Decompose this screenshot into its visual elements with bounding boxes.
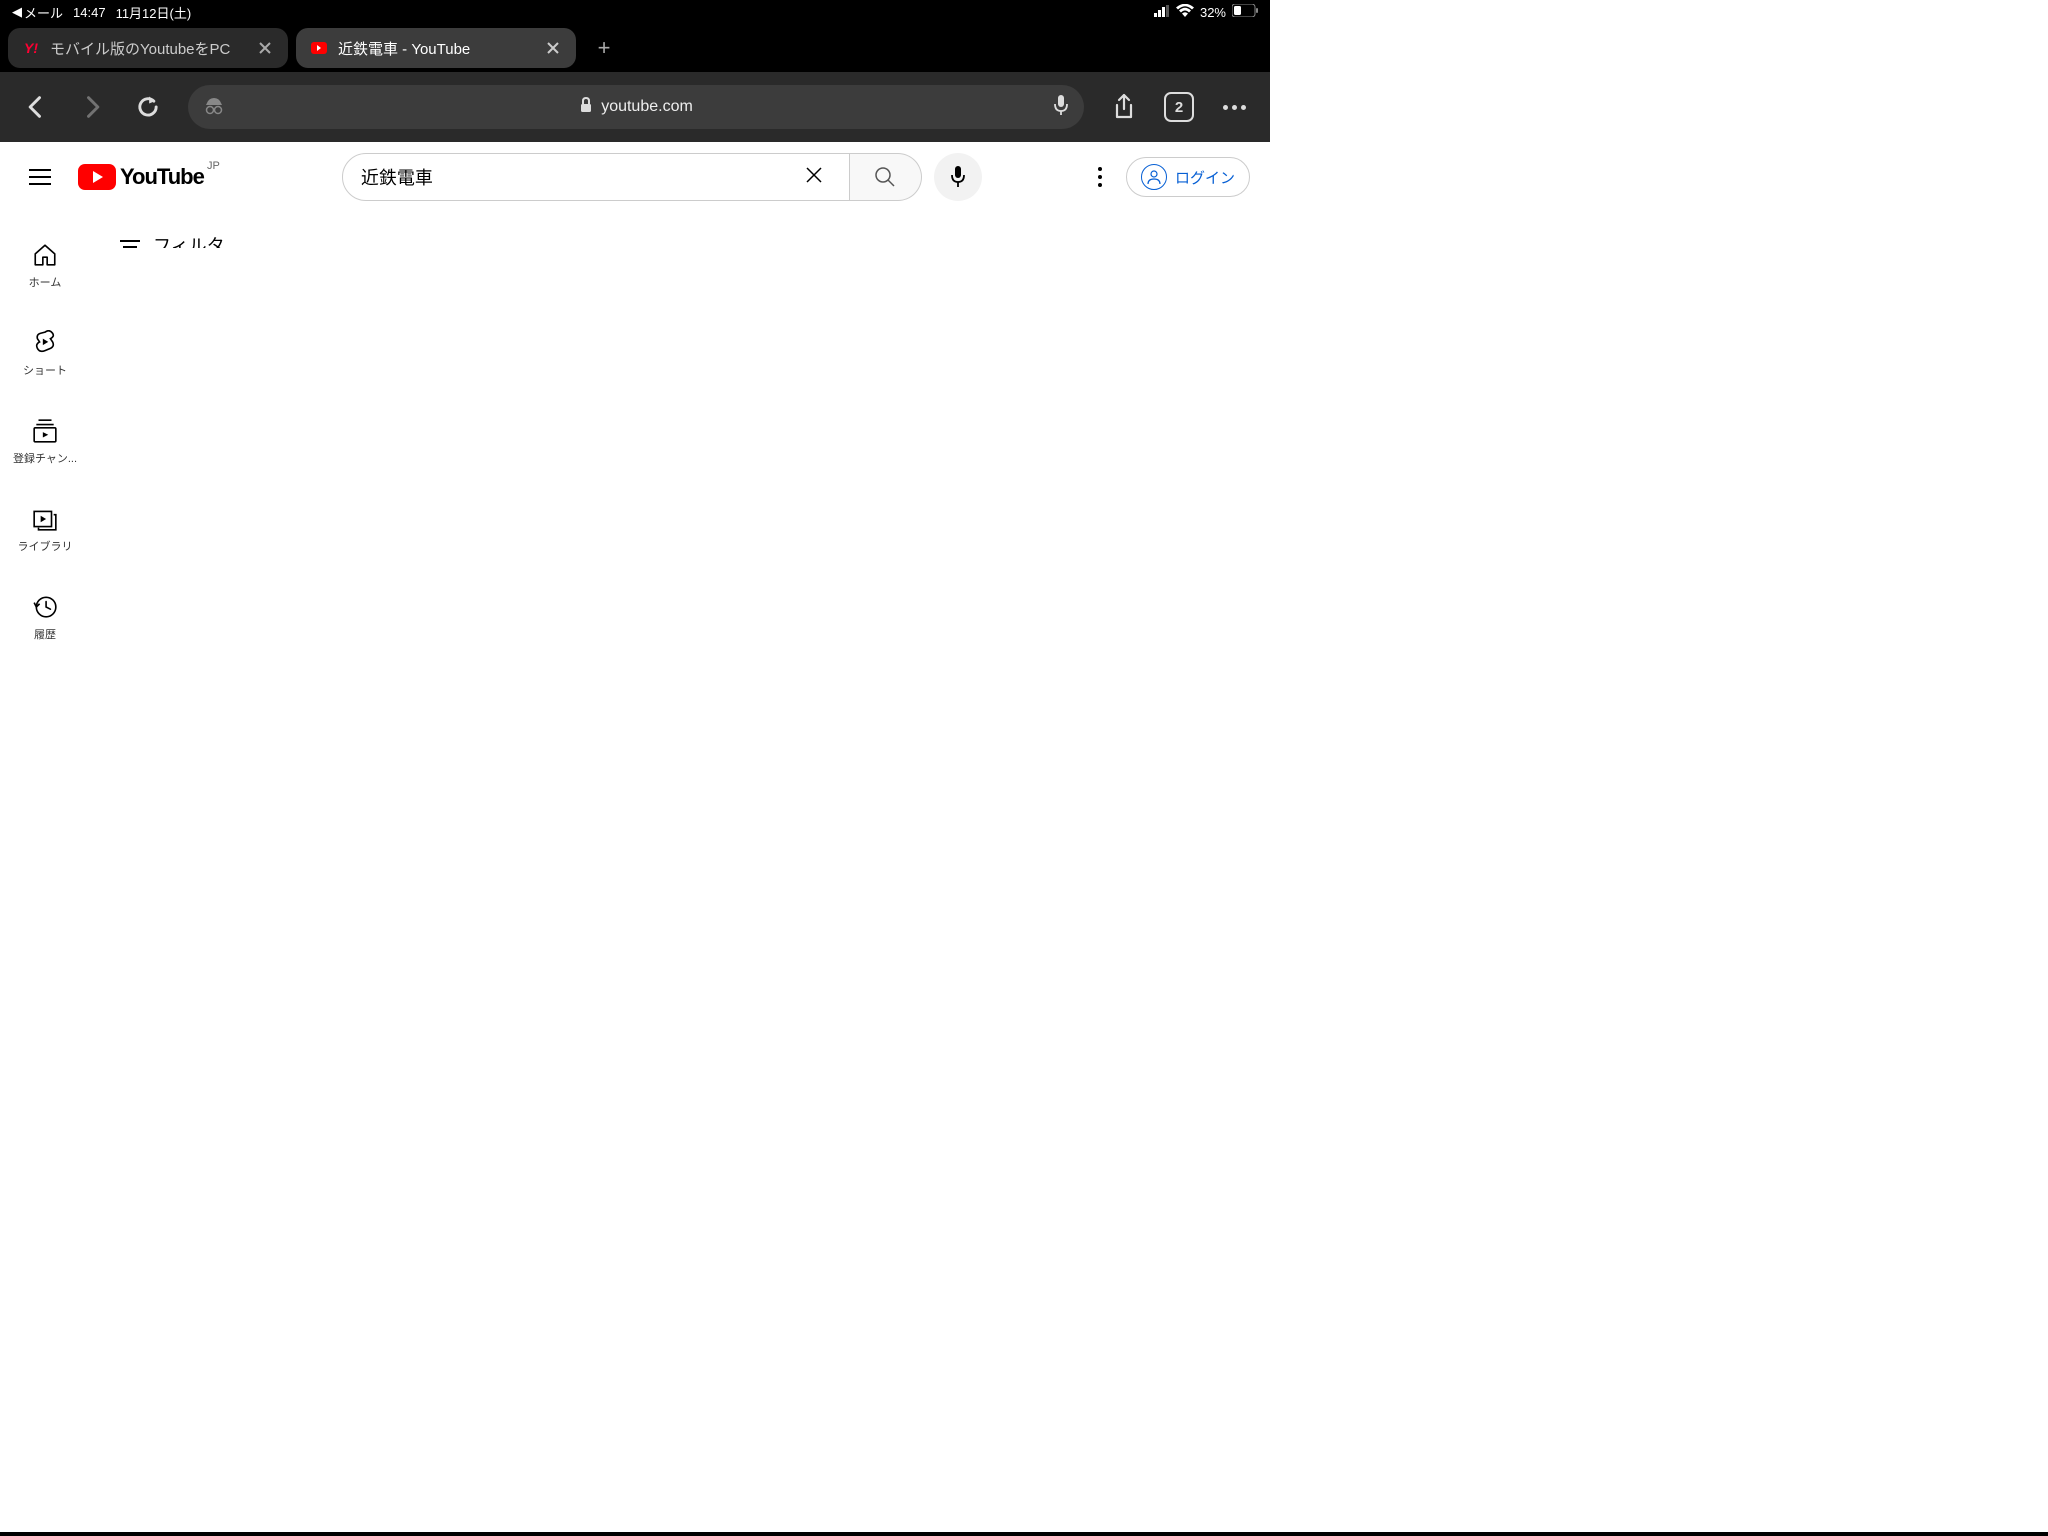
sidebar-item-history[interactable]: 履歴: [0, 574, 90, 662]
login-label: ログイン: [1175, 167, 1235, 188]
youtube-more-button[interactable]: [1098, 167, 1102, 187]
search-wrap: [342, 153, 982, 201]
youtube-logo-text: YouTube: [120, 164, 204, 190]
cellular-icon: [1154, 5, 1170, 20]
back-to-app[interactable]: ◀ メール: [12, 3, 63, 22]
sidebar-label: ショート: [23, 362, 67, 378]
tab-title: 近鉄電車 - YouTube: [338, 38, 534, 59]
back-app-label: メール: [24, 3, 63, 22]
search-button[interactable]: [850, 153, 922, 201]
wifi-icon: [1176, 4, 1194, 20]
reload-button[interactable]: [132, 91, 164, 123]
search-input[interactable]: [361, 167, 797, 188]
sidebar-item-library[interactable]: ライブラリ: [0, 486, 90, 574]
lock-icon: [579, 97, 593, 118]
search-icon: [873, 165, 897, 189]
tab-bar: Y! モバイル版のYoutubeをPC 近鉄電車 - YouTube +: [0, 24, 1270, 72]
youtube-sidebar: ホーム ショート 登録チャン... ライブラリ 履歴: [0, 212, 90, 953]
sidebar-item-home[interactable]: ホーム: [0, 222, 90, 310]
new-tab-button[interactable]: +: [584, 28, 624, 68]
url-text: youtube.com: [601, 98, 693, 116]
user-icon: [1141, 164, 1167, 190]
bottom-edge: [0, 1532, 2048, 1536]
sidebar-label: ライブラリ: [18, 538, 73, 554]
sidebar-label: 履歴: [34, 626, 56, 642]
browser-tab-yahoo[interactable]: Y! モバイル版のYoutubeをPC: [8, 28, 288, 68]
battery-icon: [1232, 4, 1258, 20]
browser-tab-youtube[interactable]: 近鉄電車 - YouTube: [296, 28, 576, 68]
login-button[interactable]: ログイン: [1126, 157, 1250, 197]
youtube-body: ホーム ショート 登録チャン... ライブラリ 履歴 フィルタ: [0, 212, 1270, 953]
tab-title: モバイル版のYoutubeをPC: [50, 38, 246, 59]
share-button[interactable]: [1108, 91, 1140, 123]
filter-icon: [120, 239, 140, 248]
tab-count-label: 2: [1175, 99, 1183, 116]
yahoo-favicon-icon: Y!: [22, 39, 40, 57]
mic-icon: [949, 165, 967, 189]
sidebar-label: ホーム: [29, 274, 62, 290]
back-triangle-icon: ◀: [12, 4, 22, 20]
shorts-icon: [32, 330, 58, 356]
status-date: 11月12日(土): [116, 3, 192, 22]
tab-count-button[interactable]: 2: [1164, 92, 1194, 122]
status-time: 14:47: [73, 5, 106, 20]
sidebar-label: 登録チャン...: [13, 450, 77, 466]
home-icon: [32, 242, 58, 268]
tab-close-icon[interactable]: [544, 39, 562, 57]
browser-toolbar: youtube.com 2: [0, 72, 1270, 142]
youtube-main: フィルタ: [90, 212, 1270, 953]
forward-button[interactable]: [76, 91, 108, 123]
subscriptions-icon: [32, 418, 58, 444]
library-icon: [32, 506, 58, 532]
search-clear-icon[interactable]: [797, 164, 831, 191]
history-icon: [32, 594, 58, 620]
browser-chrome: Y! モバイル版のYoutubeをPC 近鉄電車 - YouTube +: [0, 24, 1270, 142]
address-bar[interactable]: youtube.com: [188, 85, 1084, 129]
youtube-header: YouTube JP ログイン: [0, 142, 1270, 212]
hamburger-button[interactable]: [20, 157, 60, 197]
back-button[interactable]: [20, 91, 52, 123]
youtube-logo[interactable]: YouTube JP: [78, 164, 204, 190]
sidebar-item-shorts[interactable]: ショート: [0, 310, 90, 398]
browser-menu-button[interactable]: [1218, 91, 1250, 123]
youtube-logo-icon: [78, 164, 116, 190]
incognito-icon: [202, 93, 226, 122]
battery-percent: 32%: [1200, 5, 1226, 20]
voice-search-button[interactable]: [934, 153, 982, 201]
sidebar-item-subscriptions[interactable]: 登録チャン...: [0, 398, 90, 486]
search-box: [342, 153, 850, 201]
tab-close-icon[interactable]: [256, 39, 274, 57]
filter-label: フィルタ: [153, 236, 225, 248]
youtube-favicon-icon: [310, 39, 328, 57]
filter-button[interactable]: フィルタ: [120, 232, 1240, 248]
address-mic-icon[interactable]: [1052, 94, 1070, 121]
status-bar: ◀ メール 14:47 11月12日(土) 32%: [0, 0, 1270, 24]
youtube-country: JP: [207, 160, 220, 172]
